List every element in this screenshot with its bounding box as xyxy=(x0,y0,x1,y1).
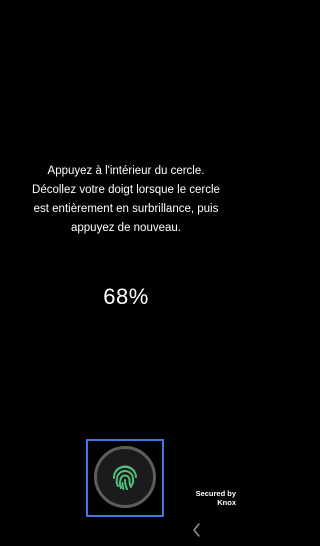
secured-by-knox-badge: Secured by Knox xyxy=(196,489,236,507)
instruction-line-1: Appuyez à l'intérieur du cercle. xyxy=(47,165,205,177)
knox-line-1: Secured by xyxy=(195,489,236,498)
scan-progress-percent: 68% xyxy=(103,284,149,309)
chevron-left-icon[interactable] xyxy=(190,522,204,538)
fingerprint-instructions: Appuyez à l'intérieur du cercle. Décolle… xyxy=(0,162,252,238)
instruction-line-2: Décollez votre doigt lorsque le cercle xyxy=(32,184,220,196)
knox-line-2: Knox xyxy=(217,498,236,507)
instruction-line-3: est entièrement en surbrillance, puis xyxy=(33,203,219,215)
fingerprint-sensor-circle[interactable] xyxy=(94,446,156,508)
instruction-line-4: appuyez de nouveau. xyxy=(71,222,181,234)
fingerprint-icon xyxy=(112,465,137,490)
fingerprint-scan-area[interactable] xyxy=(86,439,164,517)
